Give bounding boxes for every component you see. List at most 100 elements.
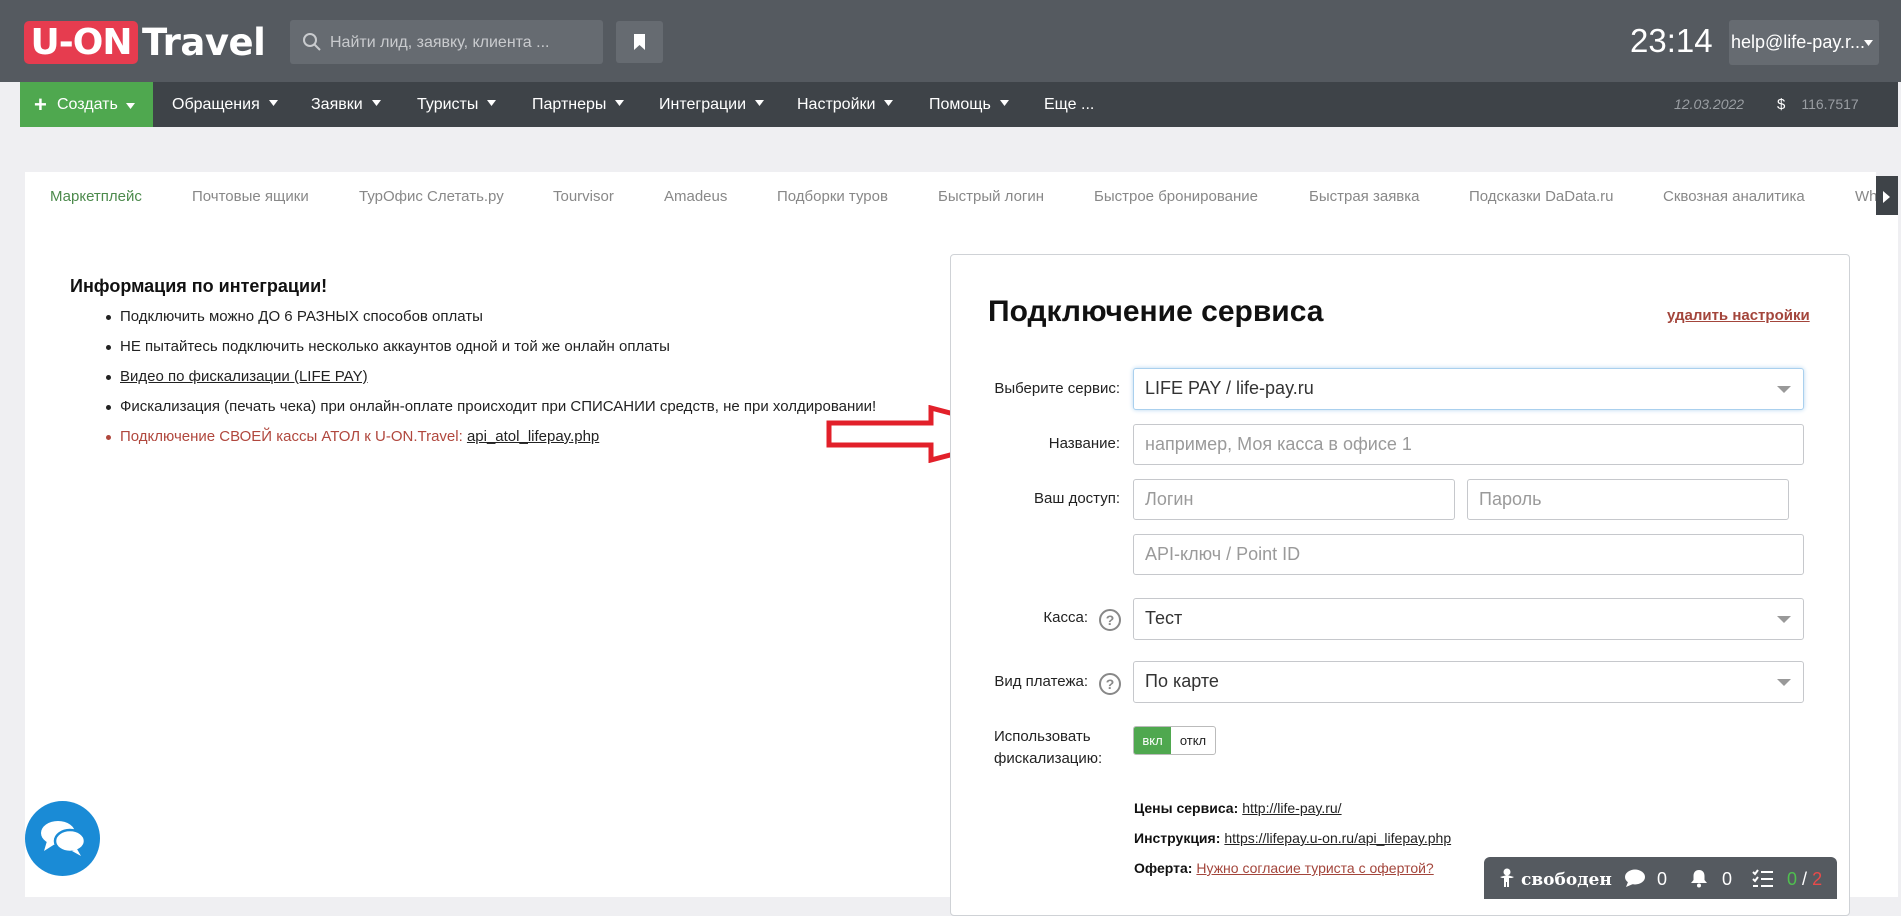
logo-text[interactable]: Travel [142,20,266,65]
notifications-count: 0 [1722,869,1733,889]
currency-symbol: $ [1777,96,1786,113]
tasks-done-count: 0 [1787,869,1798,889]
chevron-down-icon [1777,679,1791,686]
list-item: Фискализация (печать чека) при онлайн-оп… [70,392,876,422]
notifications-counter[interactable]: 0 [1689,868,1732,889]
nav-item-integrations[interactable]: Интеграции [659,82,765,127]
list-item-text: Подключить можно ДО 6 РАЗНЫХ способов оп… [120,308,483,325]
bell-icon [1691,870,1707,888]
bookmarks-button[interactable] [616,21,663,63]
chat-bubbles-icon [41,821,87,856]
kassa-select[interactable]: Тест [1133,598,1804,640]
availability-status[interactable]: свободен [1498,868,1612,890]
tasks-counter[interactable]: 0 / 2 [1752,868,1822,889]
create-button[interactable]: + Создать [20,82,153,127]
status-text: свободен [1521,870,1612,890]
user-menu[interactable]: help@life-pay.r... [1729,20,1879,65]
chevron-down-icon [1777,386,1791,393]
toggle-on[interactable]: вкл [1134,727,1171,754]
tab-quick-request[interactable]: Быстрая заявка [1309,172,1420,215]
nav-item-label: Интеграции [659,96,747,113]
name-placeholder: например, Моя касса в офисе 1 [1145,434,1412,454]
password-placeholder: Пароль [1479,489,1542,509]
name-input[interactable]: например, Моя касса в офисе 1 [1133,424,1804,465]
help-icon[interactable]: ? [1099,609,1121,631]
help-icon[interactable]: ? [1099,673,1121,695]
api-key-input[interactable]: API-ключ / Point ID [1133,534,1804,575]
fiscalization-video-link[interactable]: Видео по фискализации (LIFE PAY) [120,368,368,385]
nav-item-label: Еще ... [1044,96,1095,113]
prices-link[interactable]: http://life-pay.ru/ [1242,800,1341,816]
chevron-down-icon [884,99,894,106]
nav-item-help[interactable]: Помощь [929,82,1009,127]
delete-settings-link[interactable]: удалить настройки [1667,307,1810,324]
chat-button[interactable] [25,801,100,876]
tab-tourvisor[interactable]: Tourvisor [553,172,614,215]
instruction-label: Инструкция: [1134,830,1221,846]
chevron-down-icon [1777,616,1791,623]
offer-link[interactable]: Нужно согласие туриста с офертой? [1196,860,1433,876]
fiscalization-label: Использовать фискализацию: [994,726,1102,770]
nav-item-partners[interactable]: Партнеры [532,82,625,127]
payment-type-select[interactable]: По карте [1133,661,1804,703]
service-select[interactable]: LIFE PAY / life-pay.ru [1133,368,1804,410]
toggle-off[interactable]: откл [1171,727,1215,754]
balance: $116.7517 [1777,82,1859,127]
chevron-down-icon [371,99,381,106]
atol-api-link[interactable]: api_atol_lifepay.php [467,428,599,445]
messages-count: 0 [1657,869,1668,889]
nav-item-label: Партнеры [532,96,607,113]
tab-wh[interactable]: Wh [1855,172,1876,215]
search-input[interactable] [328,20,592,66]
tab-mailboxes[interactable]: Почтовые ящики [192,172,309,215]
chevron-down-icon [999,99,1009,106]
access-label: Ваш доступ: [1034,490,1120,507]
service-label: Выберите сервис: [994,380,1120,397]
offer-row: Оферта: Нужно согласие туриста с офертой? [1134,860,1434,876]
nav-item-settings[interactable]: Настройки [797,82,894,127]
login-placeholder: Логин [1145,489,1194,509]
login-input[interactable]: Логин [1133,479,1455,520]
tab-amadeus[interactable]: Amadeus [664,172,727,215]
instruction-row: Инструкция: https://lifepay.u-on.ru/api_l… [1134,830,1451,846]
nav-item-appeals[interactable]: Обращения [172,82,278,127]
chevron-right-icon [1883,191,1890,203]
nav-item-tourists[interactable]: Туристы [417,82,497,127]
instruction-link[interactable]: https://lifepay.u-on.ru/api_lifepay.php [1224,830,1451,846]
chevron-down-icon [126,103,135,109]
tab-analytics[interactable]: Сквозная аналитика [1663,172,1805,215]
main-nav: + Создать Обращения Заявки Туристы Партн… [20,82,1898,127]
global-search[interactable] [290,20,603,66]
tab-quick-login[interactable]: Быстрый логин [938,172,1044,215]
messages-counter[interactable]: 0 [1624,868,1667,889]
panel-title: Подключение сервиса [988,295,1324,328]
tab-dadata[interactable]: Подсказки DaData.ru [1469,172,1613,215]
password-input[interactable]: Пароль [1467,479,1789,520]
name-label: Название: [1048,435,1120,452]
task-list-icon [1752,869,1773,887]
nav-item-requests[interactable]: Заявки [311,82,381,127]
fiscalization-label-line: фискализацию: [994,750,1103,767]
chevron-down-icon [755,99,765,106]
chat-icon [1625,869,1645,887]
chevron-down-icon [1864,40,1873,46]
list-item: Подключить можно ДО 6 РАЗНЫХ способов оп… [70,302,876,332]
service-value: LIFE PAY / life-pay.ru [1145,378,1314,398]
chevron-down-icon [487,99,497,106]
tab-tour-selections[interactable]: Подборки туров [777,172,888,215]
tasks-total-count: 2 [1812,869,1823,889]
tab-turoffice[interactable]: ТурОфис Слетать.ру [359,172,504,215]
payment-type-value: По карте [1145,671,1219,691]
fiscalization-toggle[interactable]: вкл откл [1133,726,1216,755]
current-date: 12.03.2022 [1674,96,1745,112]
tab-quick-booking[interactable]: Быстрое бронирование [1094,172,1258,215]
nav-item-more[interactable]: Еще ... [1044,82,1094,127]
tab-marketplace[interactable]: Маркетплейс [50,172,142,215]
kassa-label: Касса: [1043,609,1088,626]
kassa-value: Тест [1145,608,1183,628]
logo-badge[interactable]: U-ON [24,21,138,64]
service-connection-panel [950,254,1850,916]
nav-item-label: Туристы [417,96,479,113]
integration-info-list: Подключить можно ДО 6 РАЗНЫХ способов оп… [70,302,876,452]
tabs-scroll-right[interactable] [1876,176,1898,218]
